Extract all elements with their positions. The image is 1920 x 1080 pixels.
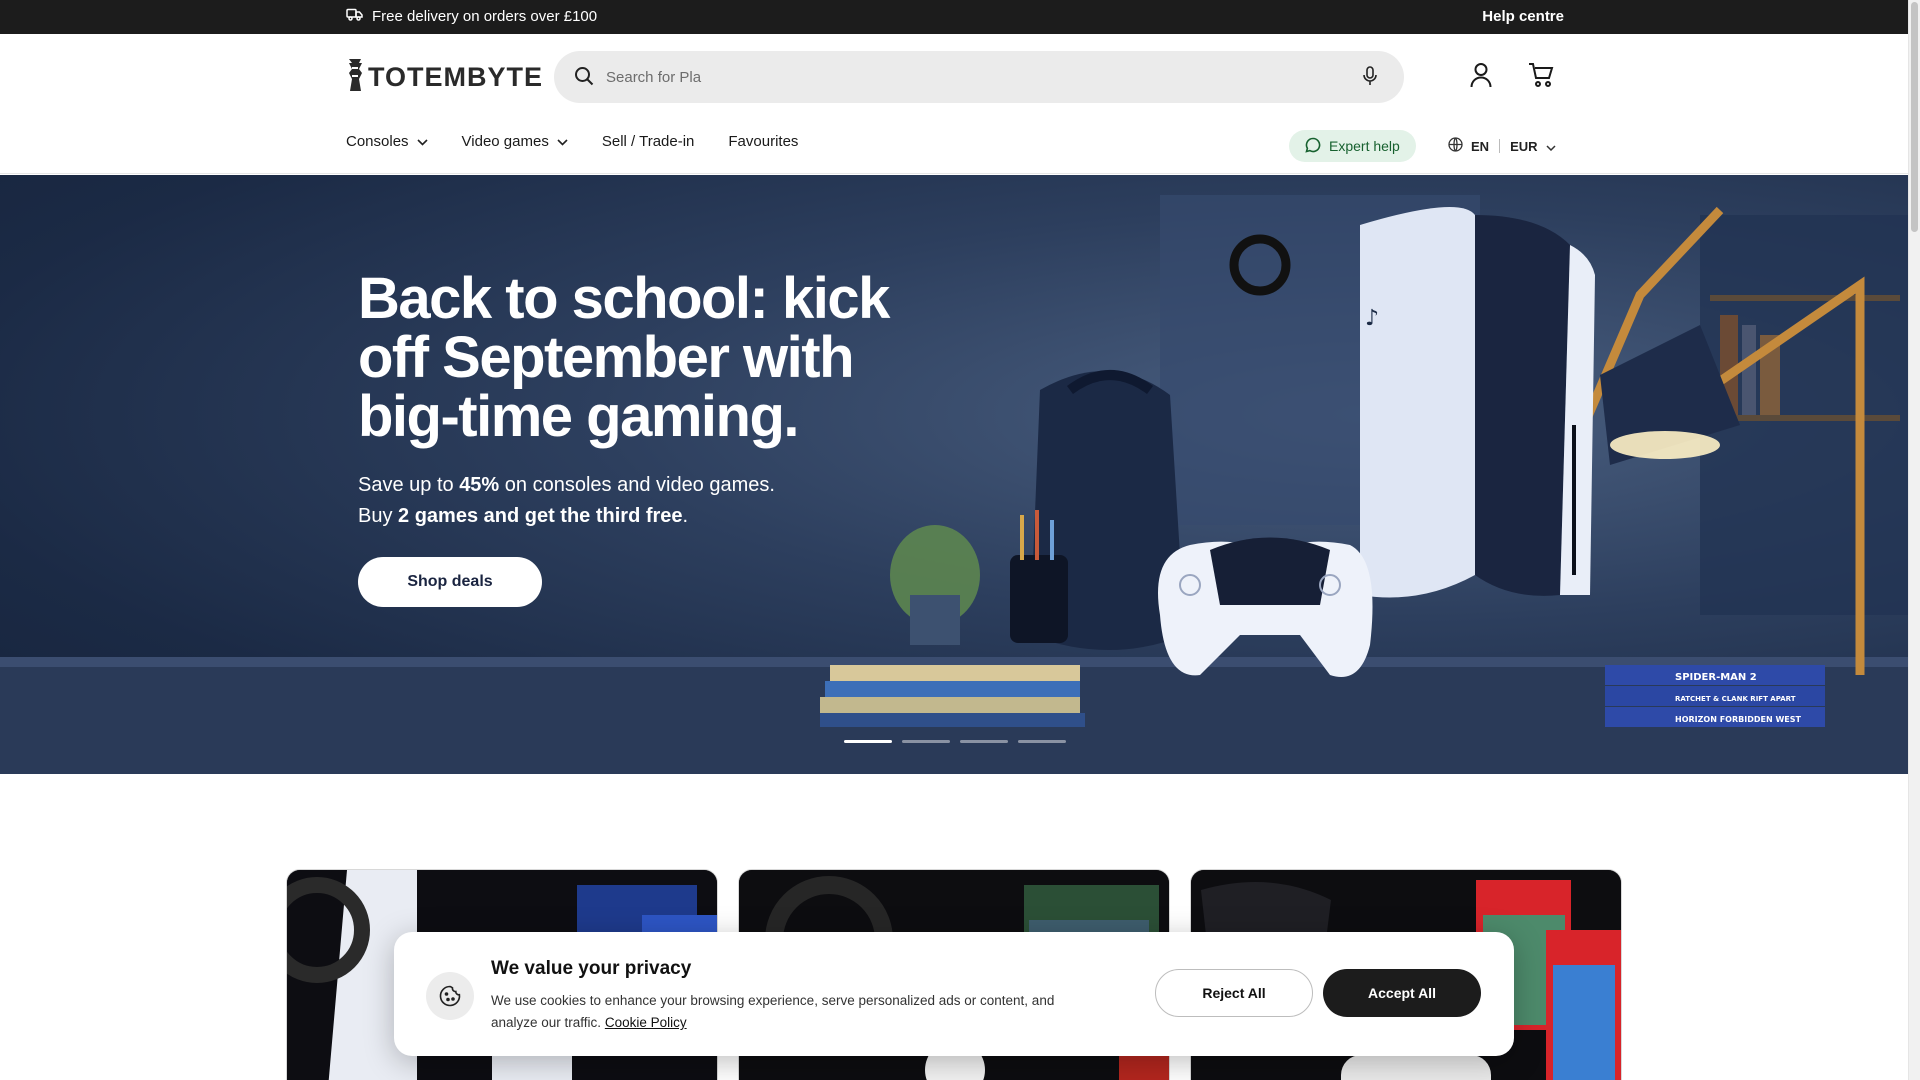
nav-item-consoles[interactable]: Consoles bbox=[346, 133, 428, 150]
shop-deals-button[interactable]: Shop deals bbox=[358, 557, 542, 607]
hero-subtitle-line-2: Buy 2 games and get the third free. bbox=[358, 505, 689, 527]
game-spine-label: RATCHET & CLANK RIFT APART bbox=[1675, 695, 1796, 703]
nav-item-favourites[interactable]: Favourites bbox=[728, 133, 798, 150]
game-spine-label: HORIZON FORBIDDEN WEST bbox=[1675, 715, 1801, 724]
expert-help-button[interactable]: Expert help bbox=[1289, 130, 1416, 162]
microphone-icon[interactable] bbox=[1362, 66, 1378, 91]
free-delivery-notice: Free delivery on orders over £100 bbox=[346, 8, 597, 25]
nav-label: Favourites bbox=[728, 133, 799, 150]
svg-text:♪: ♪ bbox=[1365, 306, 1379, 331]
carousel-dot[interactable] bbox=[844, 740, 892, 743]
page-scrollbar[interactable] bbox=[1908, 0, 1920, 1080]
nav-item-video-games[interactable]: Video games bbox=[462, 133, 568, 150]
truck-icon bbox=[346, 8, 363, 25]
carousel-dot[interactable] bbox=[902, 740, 950, 743]
carousel-dot[interactable] bbox=[1018, 740, 1066, 743]
logo[interactable]: TOTEMBYTE bbox=[346, 59, 543, 96]
divider bbox=[1499, 139, 1501, 153]
cookie-description: We use cookies to enhance your browsing … bbox=[491, 990, 1081, 1034]
nav-label: Video games bbox=[461, 133, 549, 150]
scrollbar-thumb[interactable] bbox=[1911, 2, 1918, 232]
search-input[interactable] bbox=[606, 63, 1306, 91]
globe-icon bbox=[1448, 137, 1463, 155]
cookie-title: We value your privacy bbox=[491, 958, 692, 979]
carousel-indicators bbox=[844, 740, 1066, 743]
nav-label: Sell / Trade-in bbox=[601, 133, 695, 150]
chevron-down-icon bbox=[1545, 139, 1556, 154]
carousel-dot[interactable] bbox=[960, 740, 1008, 743]
totem-logo-icon bbox=[346, 59, 364, 96]
hero-subtitle-line-1: Save up to 45% on consoles and video gam… bbox=[358, 474, 775, 496]
user-icon[interactable] bbox=[1470, 62, 1492, 93]
hero-banner[interactable]: ♪ SPIDER-MAN 2 RATCHET & CLANK RIFT APAR… bbox=[0, 175, 1908, 774]
language-code: EN bbox=[1471, 138, 1490, 154]
cookie-policy-link[interactable]: Cookie Policy bbox=[605, 1015, 687, 1030]
accept-all-button[interactable]: Accept All bbox=[1323, 969, 1481, 1017]
search-icon bbox=[574, 66, 594, 91]
nav-label: Consoles bbox=[346, 133, 409, 150]
main-nav: Consoles Video games Sell / Trade-in Fav… bbox=[346, 133, 832, 150]
expert-help-label: Expert help bbox=[1329, 138, 1400, 154]
chevron-down-icon bbox=[557, 133, 568, 150]
announcement-bar: Free delivery on orders over £100 Help c… bbox=[0, 0, 1908, 34]
game-spine-label: SPIDER-MAN 2 bbox=[1675, 672, 1757, 683]
site-header: TOTEMBYTE Consoles Video games Sell / Tr… bbox=[0, 34, 1908, 174]
search-bar[interactable] bbox=[554, 51, 1404, 103]
hero-subtitle: Save up to 45% on consoles and video gam… bbox=[358, 470, 775, 532]
help-centre-link[interactable]: Help centre bbox=[1482, 8, 1564, 25]
reject-all-button[interactable]: Reject All bbox=[1155, 969, 1313, 1017]
cookie-icon bbox=[426, 972, 474, 1020]
currency-code: EUR bbox=[1510, 138, 1538, 154]
logo-wordmark: TOTEMBYTE bbox=[368, 62, 544, 92]
cookie-consent-banner: We value your privacy We use cookies to … bbox=[394, 932, 1514, 1056]
nav-item-sell-trade-in[interactable]: Sell / Trade-in bbox=[602, 133, 695, 150]
chevron-down-icon bbox=[416, 133, 428, 150]
chat-bubble-icon bbox=[1305, 137, 1321, 156]
hero-image: ♪ SPIDER-MAN 2 RATCHET & CLANK RIFT APAR… bbox=[0, 195, 1908, 774]
cart-icon[interactable] bbox=[1528, 62, 1554, 93]
cookie-body-text: We use cookies to enhance your browsing … bbox=[491, 993, 1055, 1030]
locale-selector[interactable]: EN EUR bbox=[1448, 137, 1556, 155]
hero-title: Back to school: kick off September with … bbox=[358, 266, 890, 449]
delivery-text: Free delivery on orders over £100 bbox=[372, 8, 598, 25]
